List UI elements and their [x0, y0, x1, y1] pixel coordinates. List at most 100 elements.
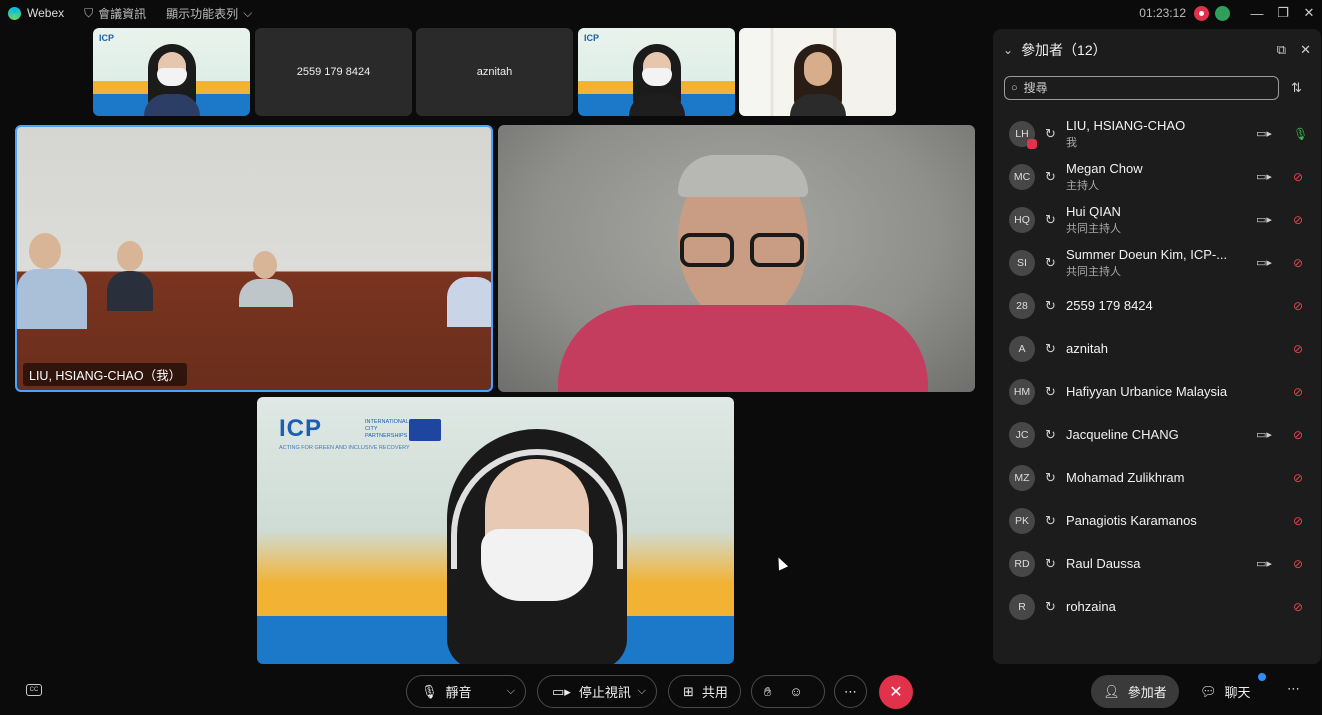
video-thumb-3[interactable]: aznitah [416, 28, 573, 116]
avatar: LH [1009, 120, 1037, 149]
connection-quality-icon[interactable] [1215, 5, 1230, 21]
participant-name: Mohamad Zulikhram [1066, 470, 1185, 485]
more-panels-icon[interactable]: ⋯ [1287, 681, 1300, 697]
icp-badge: ICP [584, 33, 600, 43]
close-panel-icon[interactable]: ✕ [1300, 42, 1311, 58]
microphone-muted-icon[interactable]: ⊘ [1293, 385, 1303, 399]
microphone-muted-icon[interactable]: ⊘ [1293, 471, 1303, 485]
participant-row[interactable]: LH ↻ LIU, HSIANG-CHAO 我 ▭▸ 🎙︎ [993, 112, 1321, 155]
chat-button[interactable]: 💬︎ 聊天 [1200, 675, 1251, 708]
participant-name: Summer Doeun Kim, ICP-... [1066, 247, 1228, 262]
share-screen-icon: ⊞ [683, 683, 694, 699]
video-thumb-1[interactable]: ICP [93, 28, 250, 116]
icp-subtitle: INTERNATIONAL CITY PARTNERSHIPS [365, 419, 409, 439]
restore-button[interactable]: ❐ [1270, 0, 1296, 26]
audio-connection-icon: ↻ [1045, 211, 1056, 227]
avatar: PK [1009, 507, 1035, 534]
microphone-muted-icon[interactable]: ⊘ [1293, 213, 1303, 227]
participant-row[interactable]: SI ↻ Summer Doeun Kim, ICP-... 共同主持人 ▭▸ … [993, 241, 1321, 284]
search-box[interactable]: ○ [1004, 76, 1279, 100]
icp-badge: ICP [99, 33, 115, 43]
microphone-on-icon[interactable]: 🎙︎ [1293, 127, 1308, 141]
pop-out-icon[interactable]: ⧉ [1277, 42, 1286, 58]
microphone-muted-icon[interactable]: ⊘ [1293, 299, 1303, 313]
video-tile-presenter[interactable]: ICP INTERNATIONAL CITY PARTNERSHIPS ACTI… [257, 397, 734, 664]
participant-name: Panagiotis Karamanos [1066, 513, 1197, 528]
collapse-chevron-icon[interactable]: ⌄ [1003, 43, 1013, 57]
camera-icon: ▭▸ [1256, 171, 1272, 183]
show-menu-bar-button[interactable]: 顯示功能表列 ⌵ [166, 5, 252, 22]
video-thumb-4[interactable]: ICP [578, 28, 735, 116]
video-thumb-2[interactable]: 2559 179 8424 [255, 28, 412, 116]
title-bar: Webex ⛉ 會議資訊 顯示功能表列 ⌵ 01:23:12 — ❐ ✕ [0, 0, 1322, 26]
participant-row[interactable]: RD ↻ Raul Daussa ▭▸ ⊘ [993, 542, 1321, 585]
avatar: 28 [1009, 292, 1035, 319]
microphone-muted-icon[interactable]: ⊘ [1293, 428, 1303, 442]
avatar: R [1009, 593, 1035, 620]
microphone-muted-icon[interactable]: ⊘ [1293, 256, 1303, 270]
participant-row[interactable]: A ↻ aznitah ⊘ [993, 327, 1321, 370]
participants-toggle-button[interactable]: 👤︎ 參加者 [1091, 675, 1179, 708]
thumb-name: aznitah [476, 66, 513, 78]
participant-name: Hui QIAN [1066, 204, 1121, 219]
participant-row[interactable]: 28 ↻ 2559 179 8424 ⊘ [993, 284, 1321, 327]
participants-label: 參加者 [1127, 685, 1167, 700]
avatar: MC [1009, 163, 1035, 190]
participant-name: Jacqueline CHANG [1066, 427, 1179, 442]
chevron-down-icon: ⌵ [243, 5, 253, 20]
raise-hand-icon[interactable]: ✋︎ [764, 684, 771, 700]
microphone-muted-icon[interactable]: ⊘ [1293, 514, 1303, 528]
audio-connection-icon: ↻ [1045, 125, 1056, 141]
meeting-toolbar: CC 🎙︎ 靜音 ⌵ ▭▸ 停止視訊 ⌵ ⊞ 共用 ✋︎ ☺ ⋯ ✕ 👤︎ 參加… [0, 667, 1322, 715]
person-icon: 👤︎ [1103, 683, 1120, 699]
mouse-cursor [773, 555, 789, 571]
closed-captions-icon[interactable]: CC [26, 684, 42, 696]
end-call-button[interactable]: ✕ [879, 675, 913, 709]
microphone-icon: 🎙︎ [421, 683, 438, 699]
sort-icon[interactable]: ⇅ [1291, 80, 1302, 96]
mute-button[interactable]: 🎙︎ 靜音 ⌵ [406, 675, 526, 708]
participant-row[interactable]: MC ↻ Megan Chow 主持人 ▭▸ ⊘ [993, 155, 1321, 198]
chevron-down-icon[interactable]: ⌵ [638, 685, 646, 698]
recording-icon[interactable] [1194, 5, 1209, 21]
participant-row[interactable]: MZ ↻ Mohamad Zulikhram ⊘ [993, 456, 1321, 499]
microphone-muted-icon[interactable]: ⊘ [1293, 342, 1303, 356]
search-input[interactable] [1023, 81, 1264, 95]
participants-panel: ⌄ 參加者（12） ⧉ ✕ ○ ⇅ LH ↻ LIU, HSIANG-CHAO … [993, 29, 1321, 664]
microphone-muted-icon[interactable]: ⊘ [1293, 170, 1303, 184]
participant-row[interactable]: HQ ↻ Hui QIAN 共同主持人 ▭▸ ⊘ [993, 198, 1321, 241]
microphone-muted-icon[interactable]: ⊘ [1293, 600, 1303, 614]
share-button[interactable]: ⊞ 共用 [668, 675, 741, 708]
participant-row[interactable]: JC ↻ Jacqueline CHANG ▭▸ ⊘ [993, 413, 1321, 456]
avatar: MZ [1009, 464, 1035, 491]
chat-notification-badge [1258, 673, 1266, 681]
search-icon: ○ [1011, 82, 1018, 94]
avatar: RD [1009, 550, 1035, 577]
emoji-reaction-icon[interactable]: ☺ [789, 684, 802, 699]
minimize-button[interactable]: — [1244, 0, 1270, 26]
meeting-info-button[interactable]: ⛉ 會議資訊 [84, 5, 146, 22]
video-tile-speaker[interactable] [498, 125, 975, 392]
more-options-button[interactable]: ⋯ [834, 675, 867, 708]
video-thumb-5[interactable] [739, 28, 896, 116]
shield-icon: ⛉ [84, 5, 94, 20]
close-window-button[interactable]: ✕ [1296, 0, 1322, 26]
video-tile-self[interactable]: LIU, HSIANG-CHAO（我） [15, 125, 493, 392]
microphone-muted-icon[interactable]: ⊘ [1293, 557, 1303, 571]
participant-row[interactable]: HM ↻ Hafiyyan Urbanice Malaysia ⊘ [993, 370, 1321, 413]
webex-window: Webex ⛉ 會議資訊 顯示功能表列 ⌵ 01:23:12 — ❐ ✕ ICP… [0, 0, 1322, 715]
chevron-down-icon[interactable]: ⌵ [507, 685, 515, 698]
participant-row[interactable]: R ↻ rohzaina ⊘ [993, 585, 1321, 628]
participant-row[interactable]: PK ↻ Panagiotis Karamanos ⊘ [993, 499, 1321, 542]
participants-list: LH ↻ LIU, HSIANG-CHAO 我 ▭▸ 🎙︎ MC ↻ Megan… [993, 112, 1321, 628]
audio-connection-icon: ↻ [1045, 598, 1056, 614]
panel-title: 參加者（12） [1021, 42, 1107, 58]
camera-icon: ▭▸ [1256, 429, 1272, 441]
avatar: SI [1009, 249, 1035, 276]
search-row: ○ ⇅ [1004, 75, 1312, 101]
title-bar-right: 01:23:12 — ❐ ✕ [1139, 0, 1322, 26]
stop-video-button[interactable]: ▭▸ 停止視訊 ⌵ [537, 675, 657, 708]
app-name: Webex [27, 6, 65, 20]
participant-name: aznitah [1066, 341, 1108, 356]
icp-tagline: ACTING FOR GREEN AND INCLUSIVE RECOVERY [279, 445, 410, 451]
